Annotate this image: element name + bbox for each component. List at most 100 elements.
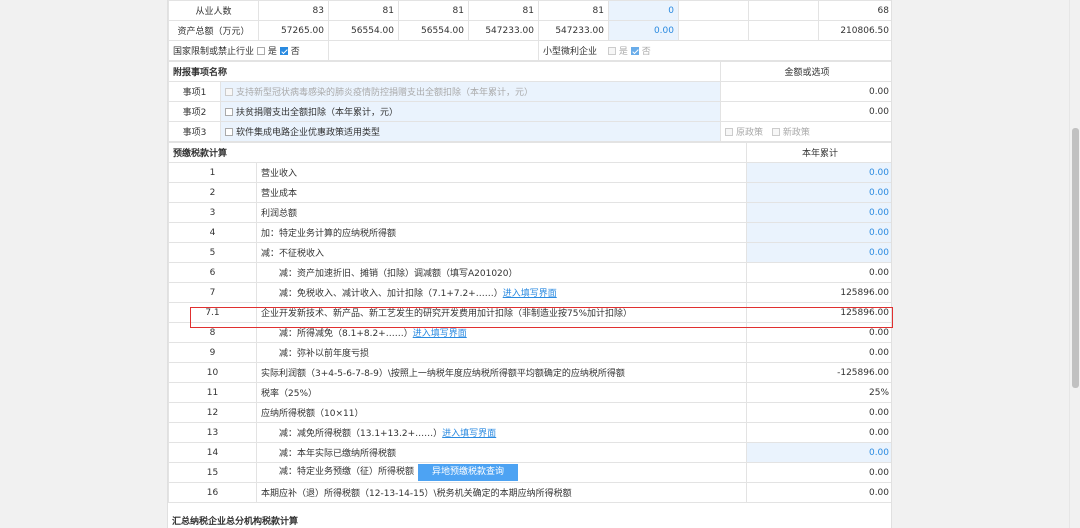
assets-q4-end[interactable] (748, 20, 819, 41)
extra-item-checkbox[interactable] (225, 128, 233, 136)
remote-prepay-query-button[interactable]: 异地预缴税款查询 (418, 464, 519, 481)
prepay-row-value: 0.00 (746, 322, 891, 343)
employees-q3-start[interactable]: 81 (538, 0, 609, 21)
assets-q4-start[interactable] (678, 20, 749, 41)
restricted-industry-label: 国家限制或禁止行业 (173, 47, 255, 57)
fill-in-link[interactable]: 进入填写界面 (442, 429, 496, 439)
scrollbar-thumb[interactable] (1072, 128, 1079, 388)
extra-item-checkbox[interactable] (225, 108, 233, 116)
employees-q2-end[interactable]: 81 (468, 0, 539, 21)
prepay-row-value[interactable]: 0.00 (746, 202, 891, 223)
fill-in-link[interactable]: 进入填写界面 (413, 329, 467, 339)
prepay-row-value[interactable]: 0.00 (746, 242, 891, 263)
prepay-row-value[interactable]: 0.00 (746, 442, 891, 463)
prepay-row-value[interactable]: 0.00 (746, 182, 891, 203)
extra-item-label: 事项3 (168, 121, 221, 142)
small-yes-checkbox (607, 47, 616, 55)
prepay-col-header: 本年累计 (746, 142, 891, 163)
prepay-row-label: 减：弥补以前年度亏损 (255, 342, 748, 363)
assets-q1-start[interactable]: 57265.00 (258, 20, 329, 41)
extra-item-value[interactable]: 0.00 (720, 101, 891, 122)
prepay-row: 14 减：本年实际已缴纳所得税额 0.00 (168, 442, 891, 463)
employees-q4-start[interactable] (678, 0, 749, 21)
prepay-row-number: 5 (168, 242, 257, 263)
prepay-row: 11 税率（25%） 25% (168, 382, 891, 403)
prepay-row-label: 减：所得减免（8.1+8.2+……）进入填写界面 (255, 322, 748, 343)
assets-label: 资产总额（万元） (168, 20, 259, 41)
prepay-row-number: 9 (168, 342, 257, 363)
basic-info-table: 从业人数 83 81 81 81 81 0 68 资产总额（万元） 57265.… (168, 0, 891, 61)
prepay-row: 9 减：弥补以前年度亏损 0.00 (168, 342, 891, 363)
prepay-row: 4 加：特定业务计算的应纳税所得额 0.00 (168, 222, 891, 243)
prepay-row-value[interactable]: 0.00 (746, 162, 891, 183)
prepay-row-label: 减：减免所得税额（13.1+13.2+……）进入填写界面 (255, 422, 748, 443)
extra-item-row: 事项3 软件集成电路企业优惠政策适用类型 原政策 新政策 (168, 121, 891, 142)
extra-item-text: 支持新型冠状病毒感染的肺炎疫情防控捐赠支出全额扣除（本年累计，元） (219, 81, 722, 102)
section-title-summary: 汇总纳税企业总分机构税款计算 (172, 517, 299, 527)
prepay-row-value: 0.00 (746, 462, 891, 483)
prepay-row-label: 应纳所得税额（10×11） (255, 402, 748, 423)
prepay-row: 15 减：特定业务预缴（征）所得税额 异地预缴税款查询 0.00 (168, 462, 891, 483)
restricted-yes-label: 是 (267, 47, 277, 57)
employees-q1-end[interactable]: 81 (328, 0, 399, 21)
prepay-row-number: 3 (168, 202, 257, 223)
employees-q3-end[interactable]: 0 (608, 0, 679, 21)
prepay-row: 2 营业成本 0.00 (168, 182, 891, 203)
extra-item-row: 事项1 支持新型冠状病毒感染的肺炎疫情防控捐赠支出全额扣除（本年累计，元） 0.… (168, 81, 891, 102)
prepay-row-label: 税率（25%） (255, 382, 748, 403)
extra-item-checkbox (225, 88, 233, 96)
new-policy-label: 新政策 (782, 128, 810, 138)
prepay-row-value: 25% (746, 382, 891, 403)
prepay-row: 7.1 企业开发新技术、新产品、新工艺发生的研究开发费用加计扣除（非制造业按75%… (168, 302, 891, 323)
prepay-row: 5 减：不征税收入 0.00 (168, 242, 891, 263)
prepay-row-value[interactable]: 0.00 (746, 222, 891, 243)
prepay-row-number: 6 (168, 262, 257, 283)
prepay-header-row: 预缴税款计算 本年累计 (168, 142, 891, 163)
assets-q1-end[interactable]: 56554.00 (328, 20, 399, 41)
assets-q2-end[interactable]: 547233.00 (468, 20, 539, 41)
prepay-row-label: 营业收入 (255, 162, 748, 183)
prepay-row-label: 企业开发新技术、新产品、新工艺发生的研究开发费用加计扣除（非制造业按75%加计扣… (255, 302, 748, 323)
prepay-row-label: 减：特定业务预缴（征）所得税额 异地预缴税款查询 (255, 462, 748, 483)
assets-q2-start[interactable]: 56554.00 (398, 20, 469, 41)
assets-avg: 210806.50 (818, 20, 891, 41)
prepay-row-label: 实际利润额（3+4-5-6-7-8-9）\按照上一纳税年度应纳税所得额平均额确定… (255, 362, 748, 383)
prepay-title: 预缴税款计算 (168, 142, 748, 163)
prepay-row-value: 0.00 (746, 422, 891, 443)
extra-item-text: 扶贫捐赠支出全额扣除（本年累计，元） (219, 101, 722, 122)
prepay-row-value: 0.00 (746, 482, 891, 503)
restricted-yes-checkbox[interactable] (256, 47, 265, 55)
assets-row: 资产总额（万元） 57265.00 56554.00 56554.00 5472… (168, 20, 891, 41)
prepay-row: 8 减：所得减免（8.1+8.2+……）进入填写界面 0.00 (168, 322, 891, 343)
employees-q1-start[interactable]: 83 (258, 0, 329, 21)
extra-item-value[interactable]: 0.00 (720, 81, 891, 102)
small-no-label: 否 (641, 47, 651, 57)
assets-q3-end[interactable]: 0.00 (608, 20, 679, 41)
extra-header-amount: 金额或选项 (720, 61, 891, 82)
prepay-row-value: 125896.00 (746, 282, 891, 303)
prepay-row-value: 0.00 (746, 342, 891, 363)
small-enterprise-cell: 小型微利企业 是 否 (538, 40, 891, 61)
prepay-row: 7 减：免税收入、减计收入、加计扣除（7.1+7.2+……）进入填写界面 12589… (168, 282, 891, 303)
extra-item-label: 事项2 (168, 101, 221, 122)
prepay-row-value: 0.00 (746, 262, 891, 283)
assets-q3-start[interactable]: 547233.00 (538, 20, 609, 41)
restricted-no-checkbox[interactable] (279, 47, 288, 55)
employees-q2-start[interactable]: 81 (398, 0, 469, 21)
prepay-row-number: 8 (168, 322, 257, 343)
spacer-cell (328, 40, 539, 61)
prepay-row-value: -125896.00 (746, 362, 891, 383)
extra-item-options: 原政策 新政策 (720, 121, 891, 142)
small-no-checkbox (630, 47, 639, 55)
prepay-row-number: 1 (168, 162, 257, 183)
prepay-row-number: 10 (168, 362, 257, 383)
scrollbar[interactable] (1069, 0, 1080, 528)
extra-item-text: 软件集成电路企业优惠政策适用类型 (219, 121, 722, 142)
prepay-row-number: 15 (168, 462, 257, 483)
prepay-row-label: 本期应补（退）所得税额（12-13-14-15）\税务机关确定的本期应纳所得税额 (255, 482, 748, 503)
prepay-row: 3 利润总额 0.00 (168, 202, 891, 223)
employees-q4-end[interactable] (748, 0, 819, 21)
extra-item-label: 事项1 (168, 81, 221, 102)
fill-in-link[interactable]: 进入填写界面 (503, 289, 557, 299)
restricted-industry-cell: 国家限制或禁止行业 是 否 (168, 40, 329, 61)
